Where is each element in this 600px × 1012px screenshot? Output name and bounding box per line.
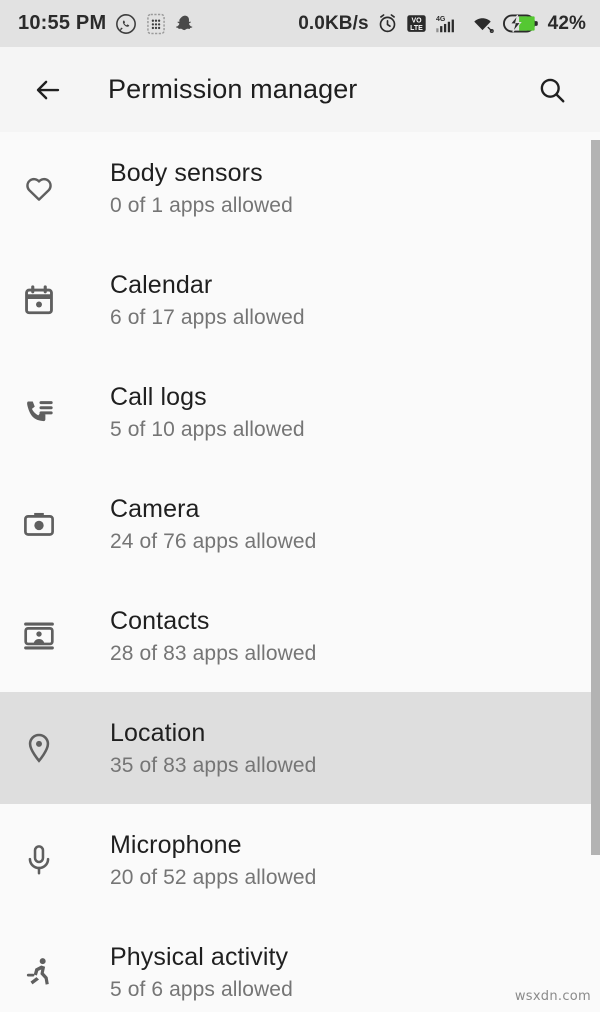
status-bar-left: 10:55 PM: [18, 12, 195, 35]
phone-screen: 10:55 PM 0.0KB/s VO LTE 4G 42% Permissio…: [0, 0, 600, 1012]
list-item-text: Physical activity 5 of 6 apps allowed: [84, 942, 293, 1002]
list-item-title: Contacts: [110, 607, 210, 635]
list-item-text: Body sensors 0 of 1 apps allowed: [84, 158, 293, 218]
status-bar-clock: 10:55 PM: [18, 12, 107, 34]
list-item-text: Camera 24 of 76 apps allowed: [84, 494, 316, 554]
list-item-call-logs[interactable]: Call logs 5 of 10 apps allowed: [0, 356, 600, 468]
svg-text:4G: 4G: [436, 16, 446, 23]
list-item-location[interactable]: Location 35 of 83 apps allowed: [0, 692, 600, 804]
list-item-camera[interactable]: Camera 24 of 76 apps allowed: [0, 468, 600, 580]
volte-icon: VO LTE: [406, 13, 427, 34]
back-arrow-icon[interactable]: [26, 68, 70, 112]
network-speed-label: 0.0KB/s: [298, 12, 369, 34]
wifi-icon: [470, 13, 495, 34]
location-pin-icon: [22, 731, 84, 765]
list-item-body-sensors[interactable]: Body sensors 0 of 1 apps allowed: [0, 132, 600, 244]
list-item-subtitle: 35 of 83 apps allowed: [110, 754, 317, 777]
list-item-title: Calendar: [110, 271, 213, 299]
running-person-icon: [22, 955, 84, 989]
list-item-calendar[interactable]: Calendar 6 of 17 apps allowed: [0, 244, 600, 356]
microphone-icon: [22, 843, 84, 877]
keypad-icon: [146, 13, 166, 35]
list-item-text: Calendar 6 of 17 apps allowed: [84, 270, 305, 330]
list-item-text: Call logs 5 of 10 apps allowed: [84, 382, 305, 442]
alarm-icon: [377, 13, 398, 34]
snapchat-icon: [175, 13, 195, 35]
list-item-subtitle: 24 of 76 apps allowed: [110, 530, 317, 553]
list-item-title: Call logs: [110, 383, 207, 411]
list-item-subtitle: 20 of 52 apps allowed: [110, 866, 317, 889]
list-item-title: Location: [110, 719, 206, 747]
battery-charging-icon: [502, 13, 539, 34]
list-item-contacts[interactable]: Contacts 28 of 83 apps allowed: [0, 580, 600, 692]
scrollbar-thumb[interactable]: [591, 140, 600, 855]
list-item-title: Body sensors: [110, 159, 263, 187]
page-title: Permission manager: [108, 74, 358, 104]
svg-text:VO: VO: [411, 18, 422, 25]
list-item-subtitle: 5 of 6 apps allowed: [110, 978, 293, 1001]
list-item-text: Microphone 20 of 52 apps allowed: [84, 830, 316, 890]
list-item-subtitle: 5 of 10 apps allowed: [110, 418, 305, 441]
status-bar-right: 0.0KB/s VO LTE 4G 42%: [298, 13, 586, 35]
svg-text:LTE: LTE: [410, 25, 423, 32]
heart-icon: [22, 171, 84, 205]
list-item-text: Contacts 28 of 83 apps allowed: [84, 606, 316, 666]
camera-icon: [22, 507, 84, 541]
scrollbar-track[interactable]: [591, 0, 600, 1012]
signal-4g-icon: 4G: [435, 13, 462, 34]
search-icon[interactable]: [530, 68, 574, 112]
list-item-subtitle: 28 of 83 apps allowed: [110, 642, 317, 665]
list-item-title: Camera: [110, 495, 200, 523]
watermark: wsxdn.com: [514, 989, 591, 1004]
calendar-icon: [22, 283, 84, 317]
list-item-microphone[interactable]: Microphone 20 of 52 apps allowed: [0, 804, 600, 916]
permission-list: Body sensors 0 of 1 apps allowed Calenda…: [0, 132, 600, 1012]
list-item-physical-activity[interactable]: Physical activity 5 of 6 apps allowed: [0, 916, 600, 1012]
battery-percent-label: 42%: [547, 12, 586, 34]
list-item-title: Microphone: [110, 831, 242, 859]
list-item-title: Physical activity: [110, 943, 289, 971]
list-item-text: Location 35 of 83 apps allowed: [84, 718, 316, 778]
app-bar: Permission manager: [0, 47, 600, 132]
list-item-subtitle: 0 of 1 apps allowed: [110, 194, 293, 217]
contacts-icon: [22, 619, 84, 653]
list-item-subtitle: 6 of 17 apps allowed: [110, 306, 305, 329]
status-bar: 10:55 PM 0.0KB/s VO LTE 4G 42%: [0, 0, 600, 47]
call-logs-icon: [22, 395, 84, 429]
whatsapp-icon: [115, 13, 137, 35]
